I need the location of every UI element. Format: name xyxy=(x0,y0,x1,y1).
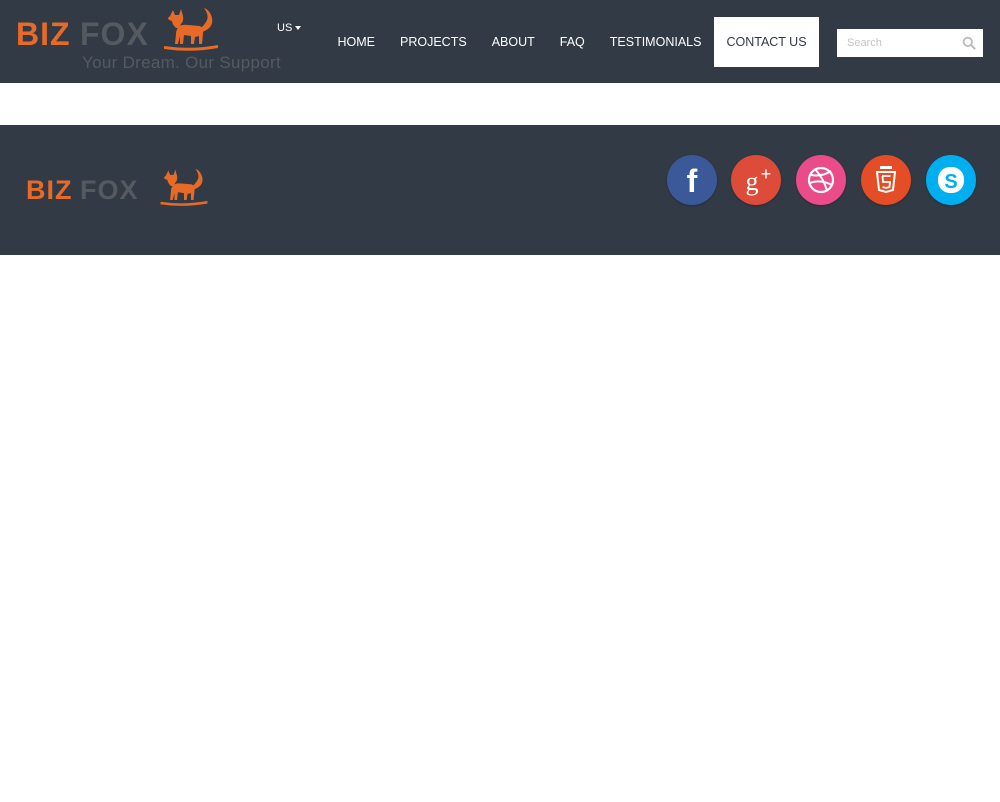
caret-down-icon xyxy=(295,26,302,30)
main-nav: HOME PROJECTS ABOUT FAQ TESTIMONIALS CON… xyxy=(325,17,820,67)
nav-contact-us[interactable]: CONTACT US xyxy=(713,17,820,67)
tagline: Your Dream. Our Support xyxy=(82,53,282,72)
fox-mascot-icon xyxy=(160,168,208,206)
search-box xyxy=(837,29,983,57)
footer-logo-text-biz: BIZ xyxy=(26,175,73,205)
footer-logo-text-fox: FOX xyxy=(80,175,139,205)
search-input[interactable] xyxy=(837,29,957,57)
facebook-icon[interactable]: f xyxy=(667,155,717,205)
nav-testimonials[interactable]: TESTIMONIALS xyxy=(597,17,714,67)
dribbble-icon[interactable] xyxy=(796,155,846,205)
site-header: BIZ FOX Your Dream. Our Support US HOME … xyxy=(0,0,1000,83)
language-dropdown[interactable]: US xyxy=(277,22,302,34)
logo-text-biz: BIZ xyxy=(16,16,71,52)
skype-icon[interactable]: S xyxy=(926,155,976,205)
footer-logo[interactable]: BIZ FOX xyxy=(26,167,216,209)
nav-faq[interactable]: FAQ xyxy=(547,17,597,67)
site-logo[interactable]: BIZ FOX Your Dream. Our Support xyxy=(16,6,306,76)
nav-about[interactable]: ABOUT xyxy=(479,17,547,67)
svg-text:+: + xyxy=(761,164,772,184)
site-footer: BIZ FOX f g + S xyxy=(0,125,1000,255)
fox-mascot-icon xyxy=(164,8,218,51)
svg-text:f: f xyxy=(687,163,698,199)
google-plus-icon[interactable]: g + xyxy=(731,155,781,205)
search-icon[interactable] xyxy=(962,36,976,50)
svg-text:g: g xyxy=(746,167,759,196)
svg-text:S: S xyxy=(944,171,957,193)
nav-home[interactable]: HOME xyxy=(325,17,388,67)
html5-icon[interactable] xyxy=(861,155,911,205)
language-label: US xyxy=(277,22,293,34)
nav-projects[interactable]: PROJECTS xyxy=(388,17,480,67)
logo-text-fox: FOX xyxy=(80,16,149,52)
